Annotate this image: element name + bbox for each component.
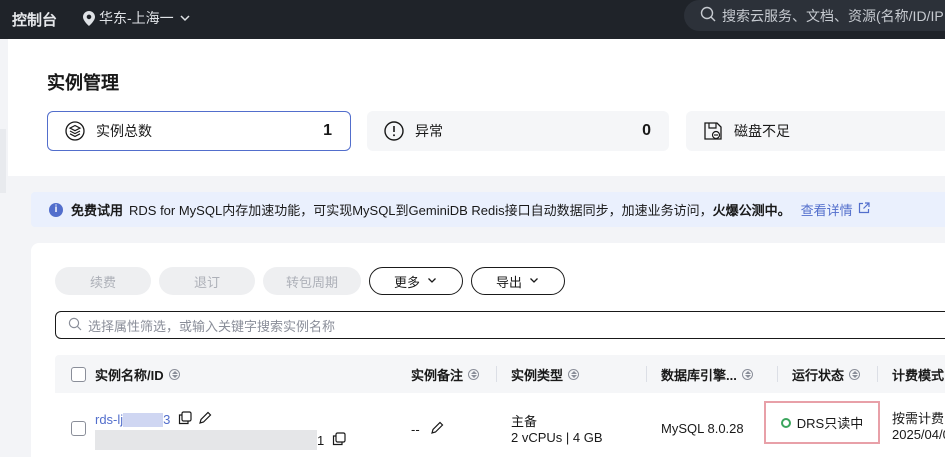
location-pin-icon [83,10,95,26]
redacted-id [95,430,317,450]
promo-notice: i 免费试用 RDS for MySQL内存加速功能，可实现MySQL到Gemi… [31,192,945,227]
edit-pencil-icon[interactable] [198,411,212,428]
status-text: DRS只读中 [796,416,864,431]
column-divider [777,366,778,382]
top-navigation-bar: 控制台 华东-上海一 搜索云服务、文档、资源(名称/ID/IP [0,0,945,39]
layers-icon [64,120,86,142]
run-status-cell: DRS只读中 [764,401,880,444]
column-header-engine[interactable]: 数据库引擎... [646,355,753,393]
sort-icon[interactable] [168,368,180,380]
search-placeholder: 搜索云服务、文档、资源(名称/ID/IP [722,7,944,24]
region-label: 华东-上海一 [99,10,174,26]
column-header-status[interactable]: 运行状态 [777,355,861,393]
chevron-down-icon [426,274,438,289]
alert-circle-icon [383,120,405,142]
stat-card-total-instances[interactable]: 实例总数 1 [47,111,351,151]
console-brand[interactable]: 控制台 [12,9,57,30]
sidebar-edge [0,39,8,457]
instance-filter-input[interactable]: 选择属性筛选，或输入关键字搜索实例名称 [55,311,945,339]
stat-card-disk-insufficient[interactable]: 磁盘不足 [686,111,945,151]
global-search-input[interactable]: 搜索云服务、文档、资源(名称/ID/IP [684,0,945,31]
sidebar-edge-marker [0,129,6,193]
search-icon [68,317,82,334]
column-divider [877,366,878,382]
instance-id-cell: 1 [95,430,346,450]
copy-icon[interactable] [178,411,193,428]
status-ok-icon [780,417,791,428]
billing-mode: 按需计费 [892,411,945,426]
column-label: 实例类型 [511,367,564,383]
instance-name-cell: rds-lj 3 [95,411,212,428]
sort-icon[interactable] [468,368,480,380]
select-all-checkbox[interactable] [71,367,86,382]
engine-version: MySQL 8.0.28 [661,421,744,436]
column-header-billing[interactable]: 计费模式 [877,355,945,393]
more-dropdown-button[interactable]: 更多 [369,267,463,295]
billing-date: 2025/04/0 [892,427,945,442]
page-title: 实例管理 [47,73,119,93]
stat-card-abnormal[interactable]: 异常 0 [367,111,669,151]
instance-name-link[interactable]: rds-lj [95,412,123,427]
sort-icon[interactable] [568,368,580,380]
notice-hot-text: 火爆公测中。 [712,203,791,218]
column-label: 运行状态 [792,367,845,383]
renew-button[interactable]: 续费 [55,267,151,295]
chevron-down-icon [528,274,540,289]
column-header-remark[interactable]: 实例备注 [411,355,480,393]
region-selector[interactable]: 华东-上海一 [83,8,192,28]
disk-save-icon [702,120,724,142]
stat-label: 磁盘不足 [734,123,790,139]
column-header-type[interactable]: 实例类型 [496,355,580,393]
notice-tag: 免费试用 [71,203,124,218]
info-icon: i [49,202,63,217]
stat-count: 1 [323,122,332,139]
edit-pencil-icon[interactable] [430,421,444,438]
sort-icon[interactable] [849,368,861,380]
filter-placeholder: 选择属性筛选，或输入关键字搜索实例名称 [88,318,336,334]
instance-overview-panel [8,39,945,176]
stat-label: 实例总数 [96,123,152,139]
column-label: 实例备注 [411,367,464,383]
stat-count: 0 [642,122,651,139]
column-label: 数据库引擎... [661,367,737,383]
column-divider [646,366,647,382]
stat-label: 异常 [415,123,443,139]
external-link-icon [858,202,870,217]
column-label: 计费模式 [892,367,945,383]
unsubscribe-button[interactable]: 退订 [159,267,255,295]
column-divider [496,366,497,382]
remark-cell: -- [411,421,444,438]
instance-type-main: 主备 [511,414,538,429]
more-label: 更多 [393,274,420,290]
instance-name-suffix: 3 [163,412,171,427]
row-checkbox[interactable] [71,421,86,436]
to-yearly-button[interactable]: 转包周期 [263,267,361,295]
view-details-link[interactable]: 查看详情 [801,200,870,219]
export-dropdown-button[interactable]: 导出 [471,267,565,295]
chevron-down-icon [178,11,192,25]
export-label: 导出 [495,274,522,290]
column-label: 实例名称/ID [95,367,164,383]
remark-value: -- [411,422,420,437]
copy-icon[interactable] [332,431,346,449]
column-header-name[interactable]: 实例名称/ID [95,355,180,393]
redacted-name [123,412,164,427]
notice-text: RDS for MySQL内存加速功能，可实现MySQL到GeminiDB Re… [129,203,713,218]
table-header: 实例名称/ID 实例备注 实例类型 数据库引擎... 运行状态 计费模式 [55,355,945,393]
link-label: 查看详情 [800,203,853,218]
sort-icon[interactable] [741,368,753,380]
instance-type-spec: 2 vCPUs | 4 GB [511,430,603,445]
search-icon [700,6,716,25]
instance-id-suffix: 1 [317,432,325,448]
